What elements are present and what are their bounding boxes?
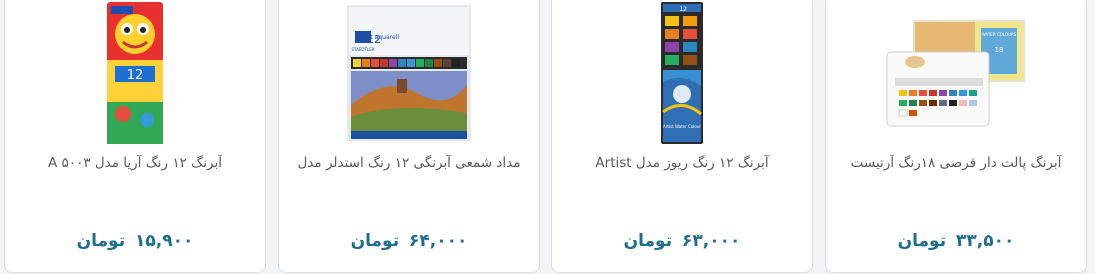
price-currency: تومان <box>897 231 947 251</box>
product-card[interactable]: WATER COLOURS 18 آبرنگ پالت دار قرصی ۱۸ر… <box>825 0 1087 273</box>
svg-text:Artist Water Colour: Artist Water Colour <box>663 124 701 129</box>
product-price: ۳۳,۵۰۰ تومان <box>826 231 1086 251</box>
price-value: ۱۵,۹۰۰ <box>135 231 194 251</box>
svg-text:karat aquarell: karat aquarell <box>357 34 399 41</box>
product-card[interactable]: 12 Artist Water Colour آبرنگ ۱۲ رنگ ریوز… <box>551 0 813 273</box>
product-title[interactable]: مداد شمعی آبرنگی ۱۲ رنگ استدلر مدل <box>289 155 529 171</box>
product-image[interactable]: 12 <box>5 1 265 145</box>
product-title[interactable]: آبرنگ ۱۲ رنگ ریوز مدل Artist <box>562 155 802 171</box>
svg-text:12: 12 <box>127 68 144 83</box>
watercolor-palette-18-icon: WATER COLOURS 18 <box>886 20 1025 127</box>
product-image[interactable]: STAEDTLER 12 karat aquarell <box>279 1 539 145</box>
product-card[interactable]: 12 آبرنگ ۱۲ رنگ آریا مدل ۵۰۰۳ A ۱۵,۹۰۰ ت… <box>4 0 266 273</box>
price-currency: تومان <box>350 231 400 251</box>
aria-watercolor-box-icon: 12 <box>107 2 163 144</box>
price-value: ۳۳,۵۰۰ <box>956 231 1015 251</box>
svg-text:STAEDTLER: STAEDTLER <box>352 47 375 52</box>
reeves-watercolor-tin-icon: 12 Artist Water Colour <box>661 2 703 144</box>
product-title[interactable]: آبرنگ پالت دار قرصی ۱۸رنگ آرتیست <box>836 155 1076 171</box>
svg-text:WATER COLOURS: WATER COLOURS <box>982 32 1017 37</box>
product-price: ۶۴,۰۰۰ تومان <box>279 231 539 251</box>
product-price: ۱۵,۹۰۰ تومان <box>5 231 265 251</box>
product-price: ۶۳,۰۰۰ تومان <box>552 231 812 251</box>
price-value: ۶۴,۰۰۰ <box>409 231 468 251</box>
svg-text:18: 18 <box>995 46 1004 54</box>
price-currency: تومان <box>623 231 673 251</box>
svg-text:12: 12 <box>679 6 687 13</box>
product-card[interactable]: STAEDTLER 12 karat aquarell مداد شمعی آب… <box>278 0 540 273</box>
price-value: ۶۳,۰۰۰ <box>682 231 741 251</box>
price-currency: تومان <box>76 231 126 251</box>
product-carousel-row: 12 آبرنگ ۱۲ رنگ آریا مدل ۵۰۰۳ A ۱۵,۹۰۰ ت… <box>0 0 1095 274</box>
product-image[interactable]: WATER COLOURS 18 <box>826 1 1086 145</box>
product-image[interactable]: 12 Artist Water Colour <box>552 1 812 145</box>
product-title[interactable]: آبرنگ ۱۲ رنگ آریا مدل ۵۰۰۳ A <box>15 155 255 171</box>
staedtler-karat-aquarell-box-icon: STAEDTLER 12 karat aquarell <box>347 5 471 141</box>
